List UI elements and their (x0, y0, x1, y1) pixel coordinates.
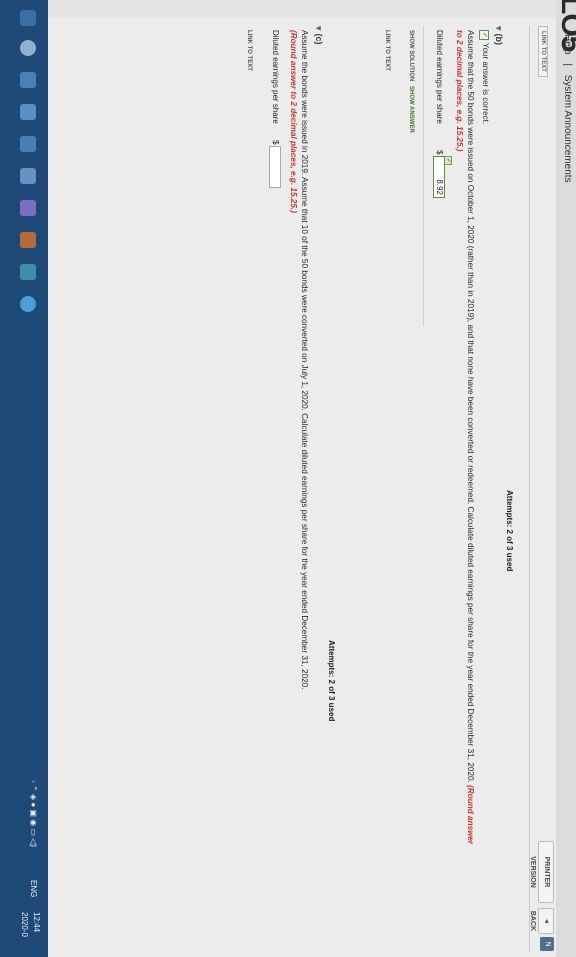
word-icon[interactable] (20, 136, 36, 152)
part-b-answer-input[interactable]: 8.92 (433, 156, 445, 198)
clock-time: 12:44 (32, 912, 41, 933)
help-link[interactable]: Help (562, 34, 573, 55)
taskbar: ◦ ⌃ ◈ ● ▣ ◉ ▭ ◁) ENG 12:44 2020-0 (0, 0, 48, 957)
back-button[interactable]: ◂ BACK (529, 908, 554, 934)
app-icon[interactable] (20, 168, 36, 184)
part-c-answer-input[interactable] (269, 146, 281, 188)
divider (529, 26, 530, 951)
chrome-icon[interactable] (20, 40, 36, 56)
start-icon[interactable] (20, 10, 36, 26)
part-b-heading[interactable]: ▾ (b) (493, 26, 504, 45)
part-c-title: (c) (314, 33, 324, 45)
next-button[interactable]: N (540, 937, 554, 951)
edge-icon[interactable] (20, 296, 36, 312)
help-links: Help | System Announcements (562, 34, 573, 189)
title-bar: LO5 Help | System Announcements (555, 0, 576, 957)
tray-icons[interactable]: ◦ ⌃ ◈ ● ▣ ◉ ▭ ◁) (29, 780, 38, 847)
part-b-question: Assume that the 50 bonds were issued on … (454, 30, 476, 850)
show-solution-button[interactable]: SHOW SOLUTION (408, 30, 414, 81)
answer-status: ✓ Your answer is correct. (479, 30, 490, 124)
part-b-answer-label: Diluted earnings per share (435, 30, 444, 124)
app-icon[interactable] (20, 200, 36, 216)
app-icon[interactable] (20, 264, 36, 280)
part-b-question-text: Assume that the 50 bonds were issued on … (466, 30, 475, 783)
collapse-triangle-icon[interactable]: ▾ (314, 26, 324, 31)
divider (423, 26, 424, 326)
language-indicator[interactable]: ENG (29, 880, 38, 897)
part-c-question-text: Assume the bonds were issued in 2019. As… (300, 30, 309, 690)
part-c-heading[interactable]: ▾ (c) (313, 26, 324, 45)
correct-mark-icon: ✓ (444, 156, 452, 165)
answer-status-text: Your answer is correct. (481, 43, 490, 125)
screen: LO5 Help | System Announcements PRINTER … (0, 0, 576, 957)
part-b-title: (b) (494, 33, 504, 46)
part-c-question: Assume the bonds were issued in 2019. As… (288, 30, 310, 930)
part-c-instruction: (Round answer to 2 decimal places, e.g. … (289, 30, 298, 213)
link-to-text-top[interactable]: LINK TO TEXT (538, 26, 548, 77)
clock[interactable]: 12:44 2020-0 (18, 912, 42, 937)
part-c-answer-label: Diluted earnings per share (271, 30, 280, 124)
main-content: PRINTER VERSION ◂ BACK N LINK TO TEXT At… (48, 18, 556, 957)
attempts-b: Attempts: 2 of 3 used (327, 640, 336, 722)
part-c-currency: $ (271, 140, 280, 145)
link-to-text-c[interactable]: LINK TO TEXT (246, 30, 252, 71)
clock-date: 2020-0 (20, 912, 29, 937)
announcements-link[interactable]: System Announcements (562, 75, 573, 183)
check-icon: ✓ (479, 30, 489, 40)
collapse-triangle-icon[interactable]: ▾ (494, 26, 504, 31)
show-answer-button[interactable]: SHOW ANSWER (408, 86, 414, 133)
app-icon[interactable] (20, 232, 36, 248)
app-icon[interactable] (20, 104, 36, 120)
app-icon[interactable] (20, 72, 36, 88)
part-b-currency: $ (435, 150, 444, 155)
attempts-top: Attempts: 2 of 3 used (505, 490, 514, 572)
link-to-text-b[interactable]: LINK TO TEXT (384, 30, 390, 71)
printer-version-button[interactable]: PRINTER VERSION (529, 841, 554, 903)
separator: | (562, 63, 573, 66)
